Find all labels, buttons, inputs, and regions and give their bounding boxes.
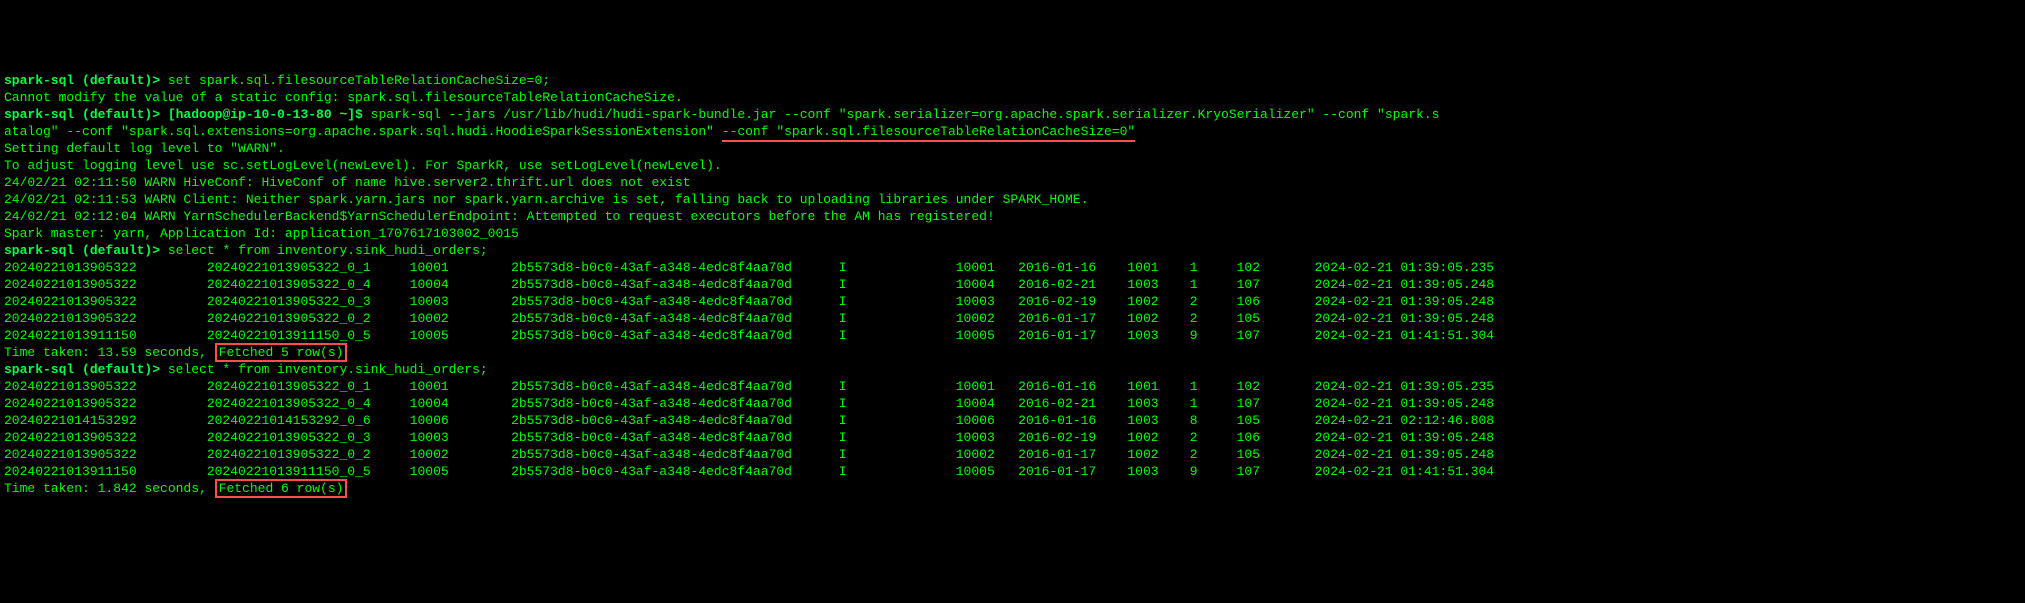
table-row: 20240221013911150 20240221013911150_0_5 …: [4, 463, 2021, 480]
log-line: Spark master: yarn, Application Id: appl…: [4, 225, 2021, 242]
time-taken: Time taken: 1.842 seconds,: [4, 481, 215, 496]
shell-line-1[interactable]: spark-sql (default)> [hadoop@ip-10-0-13-…: [4, 106, 2021, 123]
table-row: 20240221013905322 20240221013905322_0_4 …: [4, 276, 2021, 293]
log-line: Setting default log level to "WARN".: [4, 140, 2021, 157]
command-text: spark-sql --jars /usr/lib/hudi/hudi-spar…: [371, 107, 1440, 122]
sql-prompt: spark-sql (default)>: [4, 73, 168, 88]
command-text: atalog" --conf "spark.sql.extensions=org…: [4, 124, 722, 139]
fetched-count: Fetched 5 row(s): [215, 343, 348, 362]
fetched-count: Fetched 6 row(s): [215, 479, 348, 498]
prompt-line[interactable]: spark-sql (default)> set spark.sql.files…: [4, 72, 2021, 89]
table-row: 20240221013911150 20240221013911150_0_5 …: [4, 327, 2021, 344]
sql-prompt: spark-sql (default)>: [4, 107, 168, 122]
terminal-output: spark-sql (default)> set spark.sql.files…: [4, 72, 2021, 497]
time-taken: Time taken: 13.59 seconds,: [4, 345, 215, 360]
log-line: 24/02/21 02:11:53 WARN Client: Neither s…: [4, 191, 2021, 208]
command-text: set spark.sql.filesourceTableRelationCac…: [168, 73, 550, 88]
table-row: 20240221013905322 20240221013905322_0_1 …: [4, 378, 2021, 395]
query-line[interactable]: spark-sql (default)> select * from inven…: [4, 242, 2021, 259]
shell-line-2: atalog" --conf "spark.sql.extensions=org…: [4, 123, 2021, 140]
table-row: 20240221013905322 20240221013905322_0_3 …: [4, 293, 2021, 310]
error-line: Cannot modify the value of a static conf…: [4, 89, 2021, 106]
sql-prompt: spark-sql (default)>: [4, 362, 168, 377]
timing-line: Time taken: 13.59 seconds, Fetched 5 row…: [4, 344, 2021, 361]
log-line: 24/02/21 02:11:50 WARN HiveConf: HiveCon…: [4, 174, 2021, 191]
query-text: select * from inventory.sink_hudi_orders…: [168, 362, 488, 377]
table-row: 20240221013905322 20240221013905322_0_4 …: [4, 395, 2021, 412]
highlighted-conf: --conf "spark.sql.filesourceTableRelatio…: [722, 124, 1135, 142]
table-row: 20240221013905322 20240221013905322_0_3 …: [4, 429, 2021, 446]
query-text: select * from inventory.sink_hudi_orders…: [168, 243, 488, 258]
timing-line: Time taken: 1.842 seconds, Fetched 6 row…: [4, 480, 2021, 497]
table-row: 20240221013905322 20240221013905322_0_2 …: [4, 446, 2021, 463]
table-row: 20240221014153292 20240221014153292_0_6 …: [4, 412, 2021, 429]
log-line: To adjust logging level use sc.setLogLev…: [4, 157, 2021, 174]
shell-prompt: [hadoop@ip-10-0-13-80 ~]$: [168, 107, 371, 122]
query-line[interactable]: spark-sql (default)> select * from inven…: [4, 361, 2021, 378]
table-row: 20240221013905322 20240221013905322_0_1 …: [4, 259, 2021, 276]
log-line: 24/02/21 02:12:04 WARN YarnSchedulerBack…: [4, 208, 2021, 225]
sql-prompt: spark-sql (default)>: [4, 243, 168, 258]
table-row: 20240221013905322 20240221013905322_0_2 …: [4, 310, 2021, 327]
